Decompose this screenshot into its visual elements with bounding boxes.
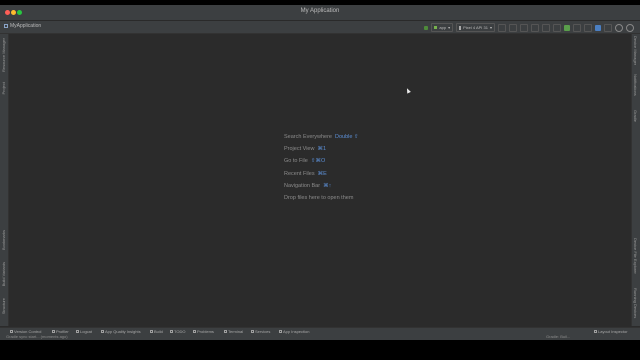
project-name: MyApplication (10, 23, 42, 29)
warning-icon (193, 330, 196, 333)
attach-debugger-icon[interactable] (542, 23, 550, 32)
hint-shortcut: Double ⇧ (335, 134, 359, 140)
tab-gradle[interactable]: Gradle (633, 110, 638, 122)
hint-shortcut: ⇧⌘O (310, 158, 326, 165)
debug-icon[interactable] (520, 23, 528, 32)
tab-build-variants[interactable]: Build Variants (1, 262, 6, 286)
device-manager-icon[interactable] (573, 23, 581, 32)
hint-navigation-bar: Navigation Bar ⌘↑ (284, 183, 359, 195)
tab-running-devices[interactable]: Running Devices (633, 288, 638, 318)
device-select[interactable]: Pixel 4 API 31 ▾ (456, 23, 495, 32)
layout-inspector-icon (594, 330, 597, 333)
hint-label: Search Everywhere (284, 134, 332, 140)
status-message[interactable]: Gradle sync start... (moments ago) (6, 334, 68, 339)
phone-icon (459, 25, 462, 30)
tab-device-manager[interactable]: Device Manager (633, 36, 638, 65)
list-icon (170, 330, 173, 333)
hint-go-to-file: Go to File ⇧⌘O (284, 158, 359, 170)
tab-bookmarks[interactable]: Bookmarks (1, 230, 6, 250)
window-title: My Application (300, 8, 340, 14)
run-config-select[interactable]: app ▾ (431, 23, 454, 32)
hint-label: Drop files here to open them (284, 194, 354, 201)
hint-label: Recent Files (284, 170, 315, 177)
main-toolbar: app ▾ Pixel 4 API 31 ▾ (424, 23, 634, 32)
hint-project-view: Project View ⌘1 (284, 146, 359, 158)
android-icon (434, 26, 438, 29)
chevron-down-icon: ▾ (448, 25, 451, 30)
device-label: Pixel 4 API 31 (463, 25, 488, 30)
profile-icon[interactable] (531, 23, 539, 32)
logcat-icon (76, 330, 79, 333)
tab-notifications[interactable]: Notifications (633, 74, 638, 96)
title-bar: My Application (0, 5, 640, 21)
hint-recent-files: Recent Files ⌘E (284, 171, 359, 183)
hint-label: Go to File (284, 158, 308, 165)
editor-area[interactable]: Search Everywhere Double ⇧ Project View ⌘1… (9, 34, 631, 326)
search-icon[interactable] (615, 23, 623, 32)
hint-label: Project View (284, 146, 315, 153)
navigation-bar: MyApplication app ▾ Pixel 4 API 31 ▾ (0, 21, 640, 34)
apply-changes-icon[interactable] (509, 23, 517, 32)
layout-inspector-icon[interactable] (595, 24, 601, 31)
hint-search-everywhere: Search Everywhere Double ⇧ (284, 134, 359, 146)
insights-icon (101, 330, 104, 333)
hint-shortcut: ⌘E (317, 170, 327, 177)
sync-gradle-icon[interactable] (564, 24, 570, 31)
terminal-icon (224, 330, 227, 333)
hint-shortcut: ⌘↑ (323, 182, 332, 189)
branch-icon (10, 330, 13, 333)
project-folder-icon (4, 24, 8, 28)
left-tool-strip: Resource Manager Project Bookmarks Build… (0, 34, 9, 326)
hint-label: Navigation Bar (284, 182, 321, 189)
run-icon[interactable] (498, 23, 506, 32)
empty-editor-hints: Search Everywhere Double ⇧ Project View ⌘1… (284, 134, 359, 207)
tab-resource-manager[interactable]: Resource Manager (1, 38, 6, 72)
run-config-label: app (439, 25, 447, 30)
tab-device-file-explorer[interactable]: Device File Explorer (633, 238, 638, 274)
inspection-icon (279, 330, 282, 333)
tab-structure[interactable]: Structure (1, 298, 6, 314)
sdk-manager-icon[interactable] (584, 23, 592, 32)
code-with-me-icon[interactable] (604, 23, 612, 32)
gear-icon[interactable] (626, 23, 634, 32)
ide-window: My Application MyApplication app ▾ Pixel… (0, 5, 640, 340)
hammer-icon (150, 330, 153, 333)
hint-shortcut: ⌘1 (317, 146, 327, 153)
right-tool-strip: Device Manager Notifications Gradle Devi… (631, 34, 640, 326)
tab-project[interactable]: Project (1, 82, 6, 94)
hammer-icon[interactable] (424, 25, 429, 30)
status-bar: Gradle sync start... (moments ago) Gradl… (0, 334, 640, 340)
hint-drop-files: Drop files here to open them (284, 195, 359, 207)
background-task-status[interactable]: Gradle: Buil... (546, 334, 570, 339)
services-icon (251, 330, 254, 333)
stop-icon[interactable] (553, 23, 561, 32)
project-breadcrumb[interactable]: MyApplication (4, 23, 41, 29)
chevron-down-icon: ▾ (489, 25, 492, 30)
profiler-icon (52, 330, 55, 333)
